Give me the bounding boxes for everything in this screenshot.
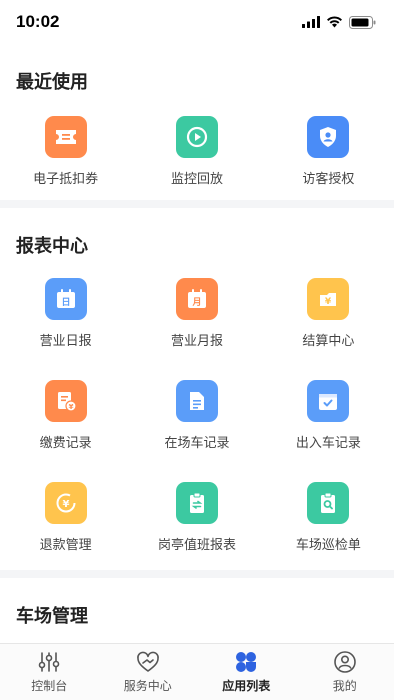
- app-visitor-auth[interactable]: 访客授权: [263, 100, 394, 200]
- recent-grid: 电子抵扣券 监控回放 访客授权: [0, 100, 394, 200]
- content-area[interactable]: 最近使用 电子抵扣券 监控回放 访客授权 报表中心 日 营业日报 月 营业月报 …: [0, 44, 394, 644]
- app-label: 访客授权: [302, 171, 355, 186]
- signal-icon: [302, 16, 320, 28]
- app-e-voucher[interactable]: 电子抵扣券: [0, 100, 131, 200]
- parking-section-title: 车场管理: [16, 606, 88, 626]
- ticket-icon: [44, 116, 87, 158]
- recent-section-title: 最近使用: [16, 72, 88, 92]
- status-bar: 10:02: [0, 0, 394, 44]
- app-entry-exit-records[interactable]: 出入车记录: [263, 366, 394, 468]
- app-refund-management[interactable]: ¥ 退款管理: [0, 468, 131, 570]
- nav-app-list[interactable]: 应用列表: [197, 644, 296, 700]
- payment-record-icon: ¥: [44, 380, 87, 422]
- app-booth-duty-report[interactable]: 岗亭值班报表: [131, 468, 262, 570]
- sliders-icon: [38, 652, 60, 672]
- nav-label: 我的: [332, 679, 357, 693]
- app-settlement-center[interactable]: ¥ 结算中心: [263, 264, 394, 366]
- svg-text:¥: ¥: [325, 297, 332, 307]
- calendar-month-icon: 月: [175, 278, 218, 320]
- app-label: 车场巡检单: [295, 537, 361, 552]
- nav-console[interactable]: 控制台: [0, 644, 99, 700]
- calendar-day-icon: 日: [44, 278, 87, 320]
- app-parked-vehicle-records[interactable]: 在场车记录: [131, 366, 262, 468]
- app-label: 监控回放: [170, 171, 223, 186]
- reports-grid: 日 营业日报 月 营业月报 ¥ 结算中心 ¥ 缴费记录 在场车记录 出入车记录 …: [0, 264, 394, 570]
- app-monitor-playback[interactable]: 监控回放: [131, 100, 262, 200]
- shift-clipboard-icon: [175, 482, 218, 524]
- checked-calendar-icon: [307, 380, 350, 422]
- refund-icon: ¥: [44, 482, 87, 524]
- wifi-icon: [327, 16, 342, 28]
- inspection-clipboard-icon: [307, 482, 350, 524]
- app-label: 岗亭值班报表: [157, 537, 236, 552]
- bottom-nav: 控制台 服务中心 应用列表 我的: [0, 643, 394, 700]
- recent-section: 最近使用 电子抵扣券 监控回放 访客授权: [0, 44, 394, 200]
- parking-section: 车场管理: [0, 578, 394, 634]
- apps-icon: [236, 652, 257, 672]
- user-icon: [333, 651, 356, 673]
- app-label: 在场车记录: [164, 435, 230, 450]
- nav-label: 应用列表: [222, 679, 271, 693]
- wallet-yen-icon: ¥: [307, 278, 350, 320]
- battery-icon: [349, 15, 376, 29]
- reports-section: 报表中心 日 营业日报 月 营业月报 ¥ 结算中心 ¥ 缴费记录 在场车记录 出…: [0, 208, 394, 570]
- app-label: 缴费记录: [39, 435, 92, 450]
- document-icon: [175, 380, 218, 422]
- section-divider: [0, 200, 394, 208]
- svg-text:月: 月: [191, 297, 201, 308]
- playback-icon: [175, 116, 218, 158]
- nav-service-center[interactable]: 服务中心: [99, 644, 198, 700]
- section-divider: [0, 570, 394, 578]
- status-icons: [302, 15, 376, 29]
- app-daily-report[interactable]: 日 营业日报: [0, 264, 131, 366]
- svg-text:日: 日: [61, 297, 70, 308]
- app-payment-records[interactable]: ¥ 缴费记录: [0, 366, 131, 468]
- heart-hand-icon: [136, 651, 159, 672]
- status-time: 10:02: [16, 12, 60, 31]
- app-label: 结算中心: [302, 333, 355, 348]
- nav-mine[interactable]: 我的: [296, 644, 394, 700]
- visitor-shield-icon: [307, 116, 350, 158]
- app-label: 出入车记录: [295, 435, 361, 450]
- nav-label: 服务中心: [123, 679, 172, 693]
- app-label: 电子抵扣券: [33, 171, 99, 186]
- reports-section-title: 报表中心: [16, 236, 88, 256]
- nav-label: 控制台: [31, 679, 68, 693]
- svg-text:¥: ¥: [68, 403, 73, 411]
- app-label: 营业日报: [39, 333, 92, 348]
- svg-text:¥: ¥: [62, 499, 69, 510]
- app-inspection-sheet[interactable]: 车场巡检单: [263, 468, 394, 570]
- app-label: 退款管理: [39, 537, 92, 552]
- app-label: 营业月报: [170, 333, 223, 348]
- app-monthly-report[interactable]: 月 营业月报: [131, 264, 262, 366]
